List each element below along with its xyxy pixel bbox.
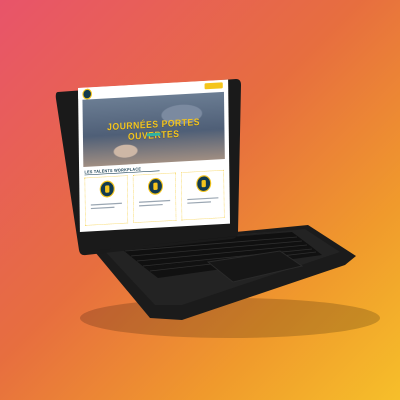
cards-row bbox=[84, 169, 225, 226]
laptop-shadow bbox=[80, 298, 380, 338]
card-text-line bbox=[139, 199, 171, 203]
site-logo bbox=[82, 88, 93, 100]
card[interactable] bbox=[84, 175, 129, 226]
award-icon bbox=[147, 177, 164, 196]
website-screen: JOURNÉES PORTES OUVERTES LES TALENTS WOR… bbox=[78, 79, 230, 232]
card-text-line bbox=[187, 201, 211, 204]
hero-title: JOURNÉES PORTES OUVERTES bbox=[107, 117, 201, 142]
card[interactable] bbox=[132, 172, 177, 223]
award-icon bbox=[196, 174, 212, 193]
card-text-line bbox=[187, 197, 219, 201]
award-icon bbox=[99, 180, 115, 198]
card[interactable] bbox=[181, 169, 225, 221]
card-text-line bbox=[90, 202, 122, 206]
hero-banner: JOURNÉES PORTES OUVERTES bbox=[82, 91, 225, 167]
card-text-line bbox=[139, 203, 163, 207]
header-cta-button[interactable] bbox=[204, 82, 223, 90]
card-text-line bbox=[90, 206, 115, 210]
scene: JOURNÉES PORTES OUVERTES LES TALENTS WOR… bbox=[0, 0, 400, 400]
